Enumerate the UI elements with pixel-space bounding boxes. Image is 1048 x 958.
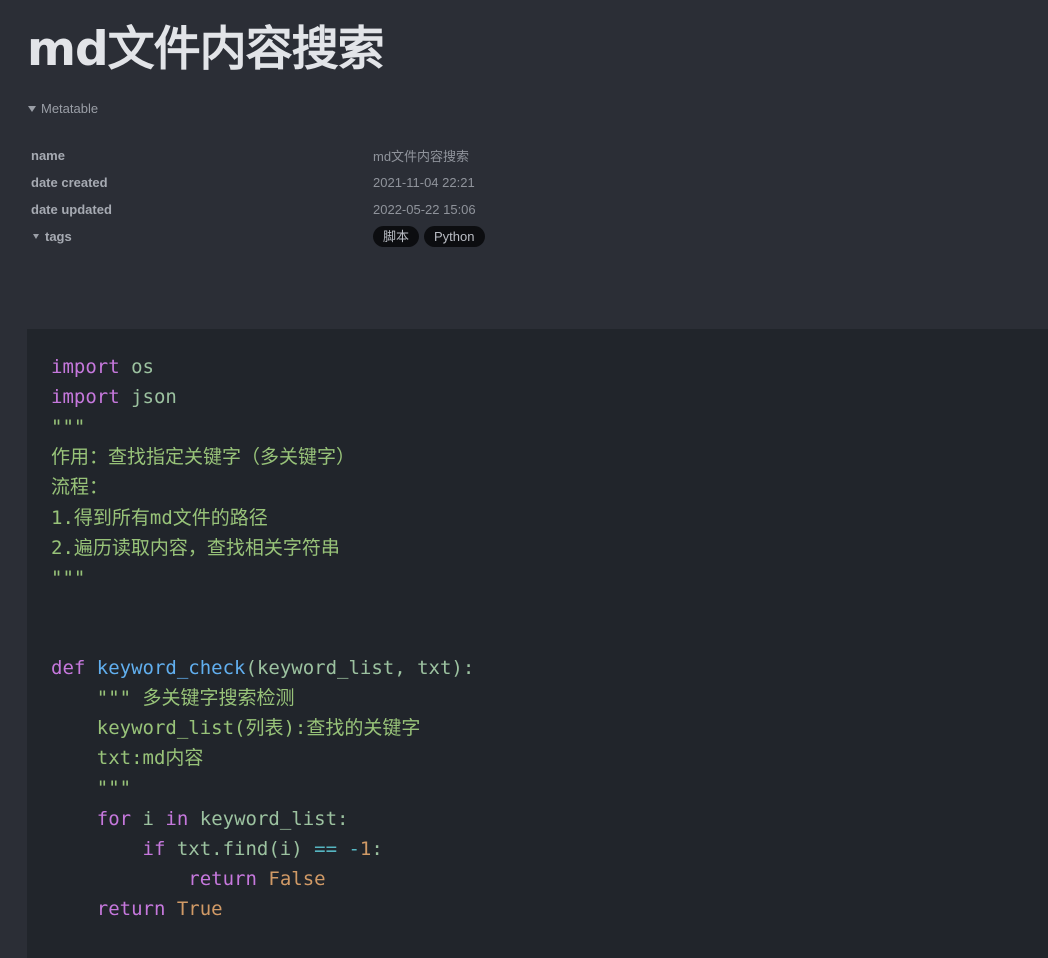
code-line: txt:md内容: [51, 745, 204, 771]
code-line: """: [51, 414, 85, 440]
code-token: (keyword_list, txt):: [245, 657, 475, 679]
note-page: md文件内容搜索 Metatable name md文件内容搜索 date cr…: [0, 0, 1048, 958]
meta-key: name: [31, 148, 65, 163]
meta-row-date-created: date created 2021-11-04 22:21: [31, 169, 531, 196]
code-line: """ 多关键字搜索检测: [51, 685, 295, 711]
code-token: ==: [314, 837, 338, 860]
code-token: return: [188, 867, 257, 890]
code-token: i: [131, 807, 166, 830]
tag-list: 脚本 Python: [373, 226, 485, 247]
tags-toggle[interactable]: tags: [31, 229, 373, 244]
code-line: import os: [51, 354, 154, 380]
code-token: for: [96, 807, 132, 830]
meta-value: md文件内容搜索: [373, 149, 470, 164]
code-token: 1: [359, 837, 372, 860]
code-token: """: [51, 777, 132, 800]
code-token: import: [51, 386, 120, 409]
code-token: -: [348, 837, 360, 860]
code-token: def: [51, 657, 86, 679]
meta-value: 2021-11-04 22:21: [373, 175, 475, 190]
metatable-label: Metatable: [41, 101, 99, 116]
meta-key-label: tags: [45, 229, 72, 244]
meta-key: date created: [31, 175, 108, 190]
meta-value: 2022-05-22 15:06: [373, 202, 476, 217]
code-token: """: [51, 416, 86, 439]
code-line: return False: [51, 866, 326, 892]
code-line: return True: [51, 896, 223, 922]
code-line: 作用：查找指定关键字（多关键字）: [51, 444, 355, 470]
metatable: name md文件内容搜索 date created 2021-11-04 22…: [31, 142, 531, 250]
chevron-down-icon: [33, 234, 39, 239]
code-token: keyword_list:: [188, 807, 349, 830]
meta-row-date-updated: date updated 2022-05-22 15:06: [31, 196, 531, 223]
page-title: md文件内容搜索: [27, 22, 385, 77]
meta-row-tags: tags 脚本 Python: [31, 223, 531, 250]
code-token: in: [165, 807, 189, 830]
tag[interactable]: 脚本: [373, 226, 420, 247]
code-token: 2.遍历读取内容，查找相关字符串: [51, 536, 340, 559]
code-token: False: [268, 867, 326, 890]
code-line: if txt.find(i) == -1:: [51, 836, 383, 862]
code-block[interactable]: import os import json """ 作用：查找指定关键字（多关键字）流…: [27, 329, 1048, 958]
code-token: :: [371, 837, 383, 860]
code-token: keyword_list(列表):查找的关键字: [51, 717, 421, 740]
code-token: 1.得到所有md文件的路径: [51, 506, 268, 529]
metatable-toggle[interactable]: Metatable: [28, 101, 98, 116]
tag[interactable]: Python: [424, 226, 485, 247]
meta-key: date updated: [31, 202, 112, 217]
code-token: keyword_check: [96, 657, 246, 679]
code-line: """: [51, 565, 85, 591]
code-token: """ 多关键字搜索检测: [51, 687, 295, 710]
code-line: 流程：: [51, 474, 108, 500]
code-line: keyword_list(列表):查找的关键字: [51, 715, 421, 741]
code-line: import json: [51, 384, 177, 410]
code-token: 流程：: [51, 476, 109, 499]
code-token: True: [176, 897, 223, 920]
code-token: """: [51, 566, 86, 589]
code-line: 2.遍历读取内容，查找相关字符串: [51, 535, 340, 561]
code-line: """: [51, 775, 131, 801]
code-token: txt.find(i): [165, 837, 315, 860]
code-line: for i in keyword_list:: [51, 806, 349, 832]
code-token: os: [119, 356, 154, 378]
code-line: def keyword_check(keyword_list, txt):: [51, 655, 474, 681]
code-token: import: [51, 356, 120, 378]
code-token: json: [119, 386, 177, 409]
code-token: 作用：查找指定关键字（多关键字）: [51, 446, 356, 469]
chevron-down-icon: [28, 105, 36, 112]
meta-row-name: name md文件内容搜索: [31, 142, 531, 169]
code-token: if: [142, 837, 166, 860]
code-token: txt:md内容: [51, 747, 204, 770]
code-line: 1.得到所有md文件的路径: [51, 505, 268, 531]
code-token: return: [96, 897, 166, 920]
